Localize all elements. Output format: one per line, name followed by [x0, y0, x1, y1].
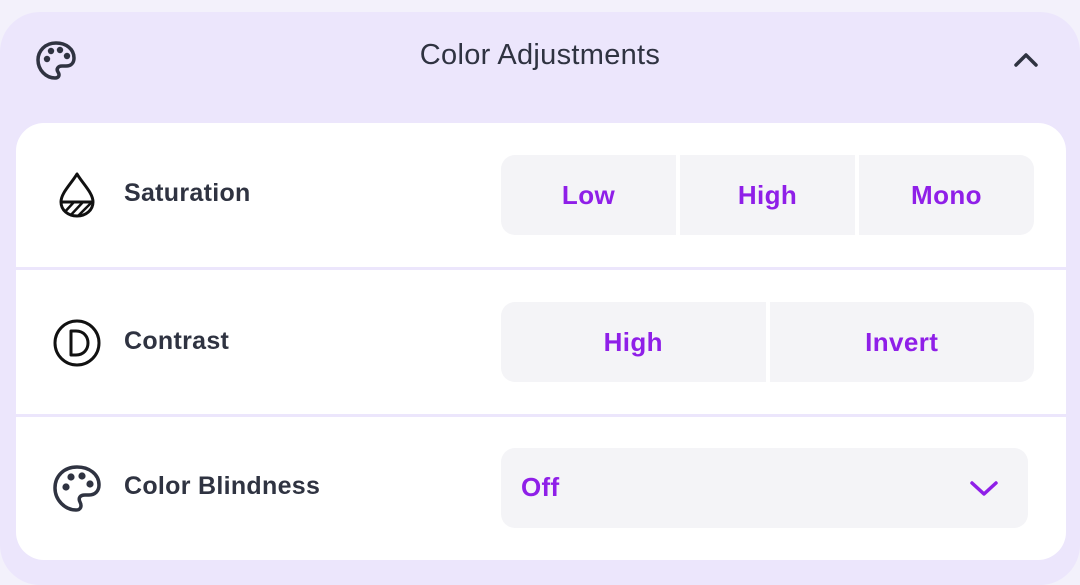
- saturation-high-button[interactable]: High: [676, 155, 855, 235]
- color-blindness-select[interactable]: Off: [501, 448, 1028, 528]
- panel-title: Color Adjustments: [419, 39, 661, 71]
- contrast-label: Contrast: [124, 327, 230, 355]
- contrast-options: High Invert: [501, 302, 1034, 382]
- palette-icon: [53, 465, 101, 512]
- drop-icon: [59, 172, 95, 218]
- contrast-row: Contrast High Invert: [16, 270, 1066, 415]
- contrast-invert-button[interactable]: Invert: [765, 302, 1034, 382]
- color-blindness-label: Color Blindness: [124, 472, 321, 500]
- chevron-down-icon: [970, 481, 998, 496]
- saturation-mono-button[interactable]: Mono: [855, 155, 1034, 235]
- saturation-row: Saturation Low High Mono: [16, 123, 1066, 267]
- saturation-options: Low High Mono: [501, 155, 1034, 235]
- contrast-icon: [53, 319, 101, 367]
- panel-header[interactable]: Color Adjustments: [0, 12, 1080, 122]
- color-adjustments-panel: Color Adjustments Saturation Low High Mo…: [0, 12, 1080, 585]
- color-blindness-value: Off: [521, 472, 560, 502]
- saturation-label: Saturation: [124, 179, 251, 207]
- palette-icon: [36, 41, 76, 80]
- saturation-low-button[interactable]: Low: [501, 155, 676, 235]
- contrast-high-button[interactable]: High: [501, 302, 766, 382]
- color-blindness-row: Color Blindness Off: [16, 417, 1066, 560]
- settings-card: Saturation Low High Mono Contrast High I…: [16, 123, 1066, 560]
- chevron-up-icon[interactable]: [1006, 45, 1046, 77]
